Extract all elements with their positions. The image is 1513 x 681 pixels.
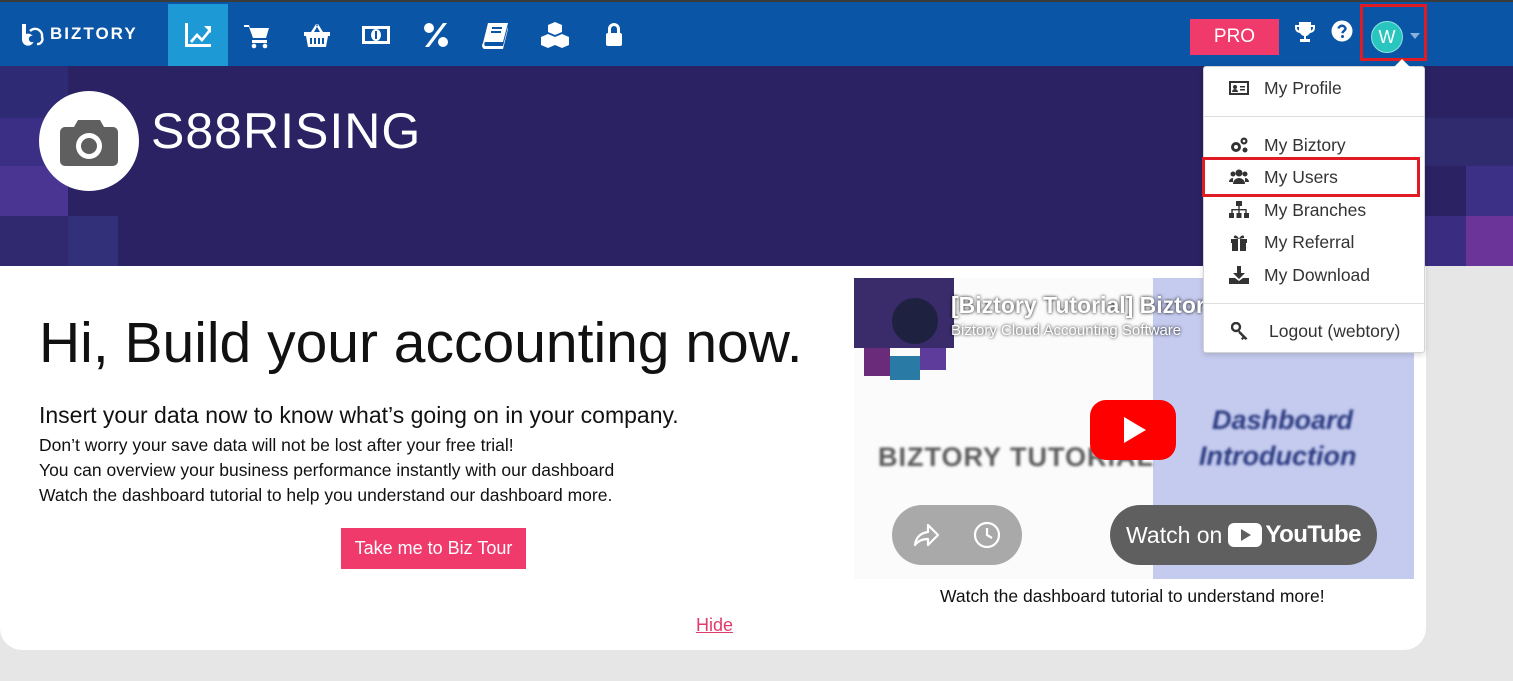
biztory-logo-icon (21, 24, 44, 46)
percent-icon (423, 23, 448, 47)
company-logo-upload[interactable] (39, 91, 139, 191)
menu-item-label: My Biztory (1264, 134, 1346, 155)
thumbnail-text: Introduction (1199, 441, 1357, 471)
main-nav (168, 4, 644, 66)
video-actions (892, 505, 1022, 565)
money-bill-icon (362, 26, 391, 44)
youtube-icon (1228, 523, 1263, 547)
menu-item-my-biztory[interactable]: My Biztory (1204, 130, 1424, 160)
watch-on-label: Watch on (1126, 521, 1223, 548)
biz-tour-button[interactable]: Take me to Biz Tour (341, 528, 526, 569)
nav-dashboard[interactable] (168, 4, 228, 66)
menu-item-my-referral[interactable]: My Referral (1204, 227, 1424, 257)
channel-logo[interactable] (892, 298, 938, 344)
welcome-subhead: Insert your data now to know what’s goin… (39, 402, 679, 428)
nav-banking[interactable] (347, 4, 407, 66)
avatar[interactable]: W (1371, 21, 1403, 53)
shopping-cart-icon (244, 25, 270, 49)
nav-lock[interactable] (585, 4, 645, 66)
menu-divider (1204, 116, 1424, 117)
highlight-box (1202, 157, 1420, 197)
cubes-icon (540, 22, 569, 48)
pro-button[interactable]: PRO (1190, 19, 1279, 55)
help-icon[interactable] (1331, 20, 1353, 42)
nav-inventory[interactable] (525, 4, 585, 66)
menu-item-my-profile[interactable]: My Profile (1204, 73, 1424, 103)
video-channel[interactable]: Biztory Cloud Accounting Software (951, 322, 1181, 339)
video-title[interactable]: [Biztory Tutorial] Biztory I (951, 292, 1230, 319)
camera-icon (60, 120, 118, 166)
company-name: S88RISING (151, 103, 422, 159)
info-line: Watch the dashboard tutorial to help you… (39, 485, 613, 505)
menu-item-label: My Referral (1264, 231, 1355, 252)
trophy-icon[interactable] (1293, 20, 1317, 44)
thumbnail-text: Dashboard (1212, 405, 1354, 435)
user-menu-toggle[interactable]: W (1360, 4, 1427, 61)
welcome-headline: Hi, Build your accounting now. (39, 311, 803, 375)
user-dropdown-menu: My Profile My Biztory My Users My Branch… (1203, 59, 1425, 353)
brand-name: BIZTORY (50, 24, 138, 43)
share-icon[interactable] (912, 520, 942, 550)
nav-tax[interactable] (406, 4, 466, 66)
book-icon (482, 23, 509, 49)
youtube-label: YouTube (1265, 521, 1361, 548)
caret-down-icon (1410, 33, 1420, 39)
video-caption: Watch the dashboard tutorial to understa… (940, 586, 1325, 606)
key-icon (1231, 322, 1248, 340)
cogs-icon (1231, 137, 1248, 153)
info-line: You can overview your business performan… (39, 460, 615, 480)
chart-line-icon (184, 23, 211, 47)
basket-icon (303, 24, 330, 47)
watch-later-icon[interactable] (972, 520, 1002, 550)
nav-accounting[interactable] (466, 4, 526, 66)
lock-icon (606, 23, 623, 46)
brand-logo[interactable]: BIZTORY (20, 22, 138, 46)
menu-item-label: Logout (webtory) (1269, 320, 1401, 341)
gift-icon (1231, 235, 1247, 251)
sitemap-icon (1229, 201, 1249, 218)
top-navbar: BIZTORY PRO W (0, 0, 1513, 66)
watch-on-youtube-button[interactable]: Watch on YouTube (1110, 505, 1377, 565)
menu-item-logout[interactable]: Logout (webtory) (1204, 316, 1424, 346)
menu-item-my-download[interactable]: My Download (1204, 260, 1424, 290)
menu-item-my-branches[interactable]: My Branches (1204, 195, 1424, 225)
id-card-icon (1229, 81, 1249, 95)
hide-link[interactable]: Hide (696, 615, 733, 636)
nav-sales[interactable] (228, 4, 288, 66)
menu-divider (1204, 303, 1424, 304)
menu-item-label: My Profile (1264, 77, 1342, 98)
menu-item-label: My Branches (1264, 199, 1367, 220)
info-line: Don’t worry your save data will not be l… (39, 435, 514, 455)
play-icon[interactable] (1090, 400, 1176, 460)
dropdown-arrow (1394, 59, 1410, 67)
menu-item-label: My Download (1264, 264, 1371, 285)
nav-purchases[interactable] (287, 4, 347, 66)
download-icon (1229, 266, 1249, 284)
